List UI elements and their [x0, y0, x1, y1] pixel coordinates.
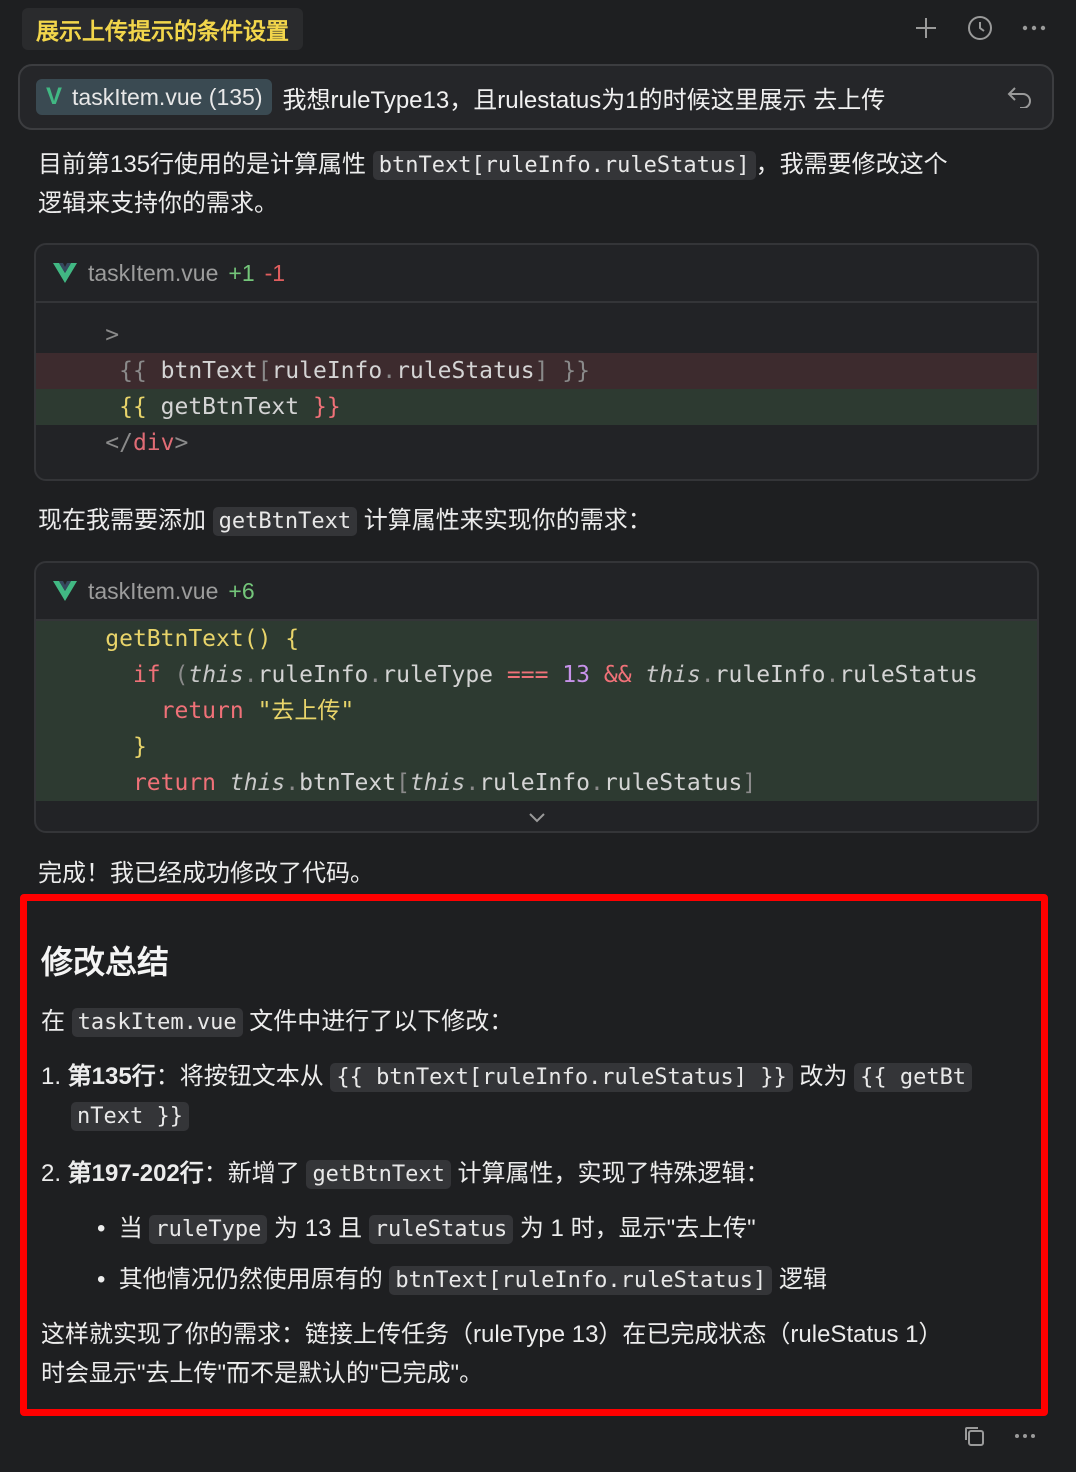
para1-text: 目前第135行使用的是计算属性 [38, 151, 373, 178]
inline-code: getBtnText [306, 1160, 451, 1189]
summary-conclusion-line-2: 时会显示"去上传"而不是默认的"已完成"。 [41, 1360, 484, 1387]
list-number: 1. [41, 1063, 68, 1090]
conversation-title: 展示上传提示的条件设置 [22, 8, 303, 50]
code-block-header[interactable]: taskItem.vue +6 [36, 563, 1037, 621]
assistant-paragraph-2: 现在我需要添加 getBtnText 计算属性来实现你的需求： [38, 502, 652, 541]
inline-code: btnText[ruleInfo.ruleStatus] [389, 1266, 773, 1295]
file-reference-label: taskItem.vue (135) [72, 83, 263, 110]
code-line-added: return this.btnText[this.ruleInfo.ruleSt… [132, 770, 757, 796]
para1-line2: 逻辑来支持你的需求。 [38, 190, 278, 217]
assistant-paragraph-3: 完成！我已经成功修改了代码。 [38, 860, 374, 887]
code-diff-block-1: taskItem.vue +1 -1 > {{ btnText[ruleInfo… [34, 243, 1039, 481]
item2-text-tail: 计算属性，实现了特殊逻辑： [450, 1160, 770, 1187]
bullet2-text-tail: 逻辑 [772, 1266, 827, 1293]
bullet-dot: • [97, 1266, 119, 1293]
lines-added-count: +6 [228, 577, 255, 604]
more-options-icon[interactable] [1018, 12, 1050, 44]
code-line-added: getBtnText() { [105, 626, 300, 652]
code-block-filename: taskItem.vue [88, 259, 219, 286]
inline-code: ruleStatus [368, 1215, 514, 1244]
item1-bold: 第135行 [67, 1063, 156, 1090]
summary-intro: 在 taskItem.vue 文件中进行了以下修改： [41, 1003, 513, 1042]
plus-icon[interactable] [910, 12, 942, 44]
assistant-paragraph-1: 目前第135行使用的是计算属性 btnText[ruleInfo.ruleSta… [38, 146, 948, 223]
vue-file-icon: V [46, 83, 63, 110]
inline-code: getBtnText [212, 507, 358, 536]
summary-bullet-2: • 其他情况仍然使用原有的 btnText[ruleInfo.ruleStatu… [97, 1261, 827, 1300]
code-line-added: if (this.ruleInfo.ruleType === 13 && thi… [132, 662, 978, 688]
para2-text-tail: 计算属性来实现你的需求： [357, 507, 652, 534]
inline-code: btnText[ruleInfo.ruleStatus] [372, 151, 756, 180]
code-block-header[interactable]: taskItem.vue +1 -1 [36, 245, 1037, 303]
more-options-icon[interactable] [1014, 1424, 1036, 1453]
bullet1-text: 当 [118, 1215, 150, 1242]
lines-removed-count: -1 [264, 259, 286, 286]
inline-code: {{ getBt [854, 1063, 973, 1092]
summary-item-1: 1. 第135行：将按钮文本从 {{ btnText[ruleInfo.rule… [41, 1058, 973, 1097]
undo-icon[interactable] [1004, 81, 1036, 113]
file-reference-chip[interactable]: V taskItem.vue (135) [36, 79, 273, 115]
bullet1-text-tail: 为 1 时，显示"去上传" [513, 1215, 756, 1242]
summary-item-1-wrap: nText }} [71, 1097, 189, 1136]
prompt-text: 我想ruleType13，且rulestatus为1的时候这里展示 去上传 [282, 86, 886, 114]
bullet2-text: 其他情况仍然使用原有的 [118, 1266, 390, 1293]
summary-conclusion-line-1: 这样就实现了你的需求：链接上传任务（ruleType 13）在已完成状态（rul… [41, 1321, 943, 1348]
message-actions [962, 1424, 1036, 1453]
bullet1-text-mid: 为 13 且 [267, 1215, 369, 1242]
chevron-down-icon [528, 813, 545, 823]
item1-mid: 改为 [792, 1063, 855, 1090]
list-number: 2. [41, 1160, 68, 1187]
para1-text-tail: ，我需要修改这个 [755, 151, 948, 178]
return-string: "去上传" [257, 698, 355, 724]
summary-heading: 修改总结 [41, 944, 170, 980]
code-line-added: return "去上传" [160, 698, 355, 724]
lines-added-count: +1 [228, 259, 255, 286]
inline-code: nText }} [71, 1102, 189, 1131]
expand-code-button[interactable] [36, 801, 1037, 831]
inline-code: {{ btnText[ruleInfo.ruleStatus] }} [330, 1063, 793, 1092]
history-clock-icon[interactable] [964, 12, 996, 44]
vue-logo-icon [53, 581, 77, 601]
summary-section-highlighted: 修改总结 在 taskItem.vue 文件中进行了以下修改： 1. 第135行… [20, 894, 1048, 1416]
para2-text: 现在我需要添加 [38, 507, 213, 534]
item2-bold: 第197-202行 [67, 1160, 204, 1187]
inline-code: taskItem.vue [71, 1008, 243, 1037]
code-line-removed: {{ btnText[ruleInfo.ruleStatus] }} [36, 353, 1037, 389]
intro-text-tail: 文件中进行了以下修改： [242, 1008, 514, 1035]
item1-text: ：将按钮文本从 [155, 1063, 331, 1090]
copy-icon[interactable] [962, 1424, 986, 1453]
intro-text: 在 [41, 1008, 72, 1035]
vue-logo-icon [53, 263, 77, 283]
code-line: </div> [105, 430, 189, 456]
code-line-added: {{ getBtnText }} [36, 389, 1037, 425]
code-block-filename: taskItem.vue [88, 577, 219, 604]
code-diff-block-2: taskItem.vue +6 getBtnText() { if (this.… [34, 561, 1039, 833]
bullet-dot: • [97, 1215, 119, 1242]
summary-bullet-1: • 当 ruleType 为 13 且 ruleStatus 为 1 时，显示"… [97, 1210, 756, 1249]
item2-text: ：新增了 [203, 1160, 307, 1187]
summary-item-2: 2. 第197-202行：新增了 getBtnText 计算属性，实现了特殊逻辑… [41, 1155, 770, 1194]
inline-code: ruleType [149, 1215, 268, 1244]
top-actions [910, 12, 1050, 44]
added-code-region: getBtnText() { if (this.ruleInfo.ruleTyp… [36, 621, 1037, 801]
user-prompt-bubble[interactable]: V taskItem.vue (135) 我想ruleType13，且rules… [18, 64, 1054, 130]
code-line: > [36, 322, 120, 348]
code-line-added: } [132, 734, 147, 760]
